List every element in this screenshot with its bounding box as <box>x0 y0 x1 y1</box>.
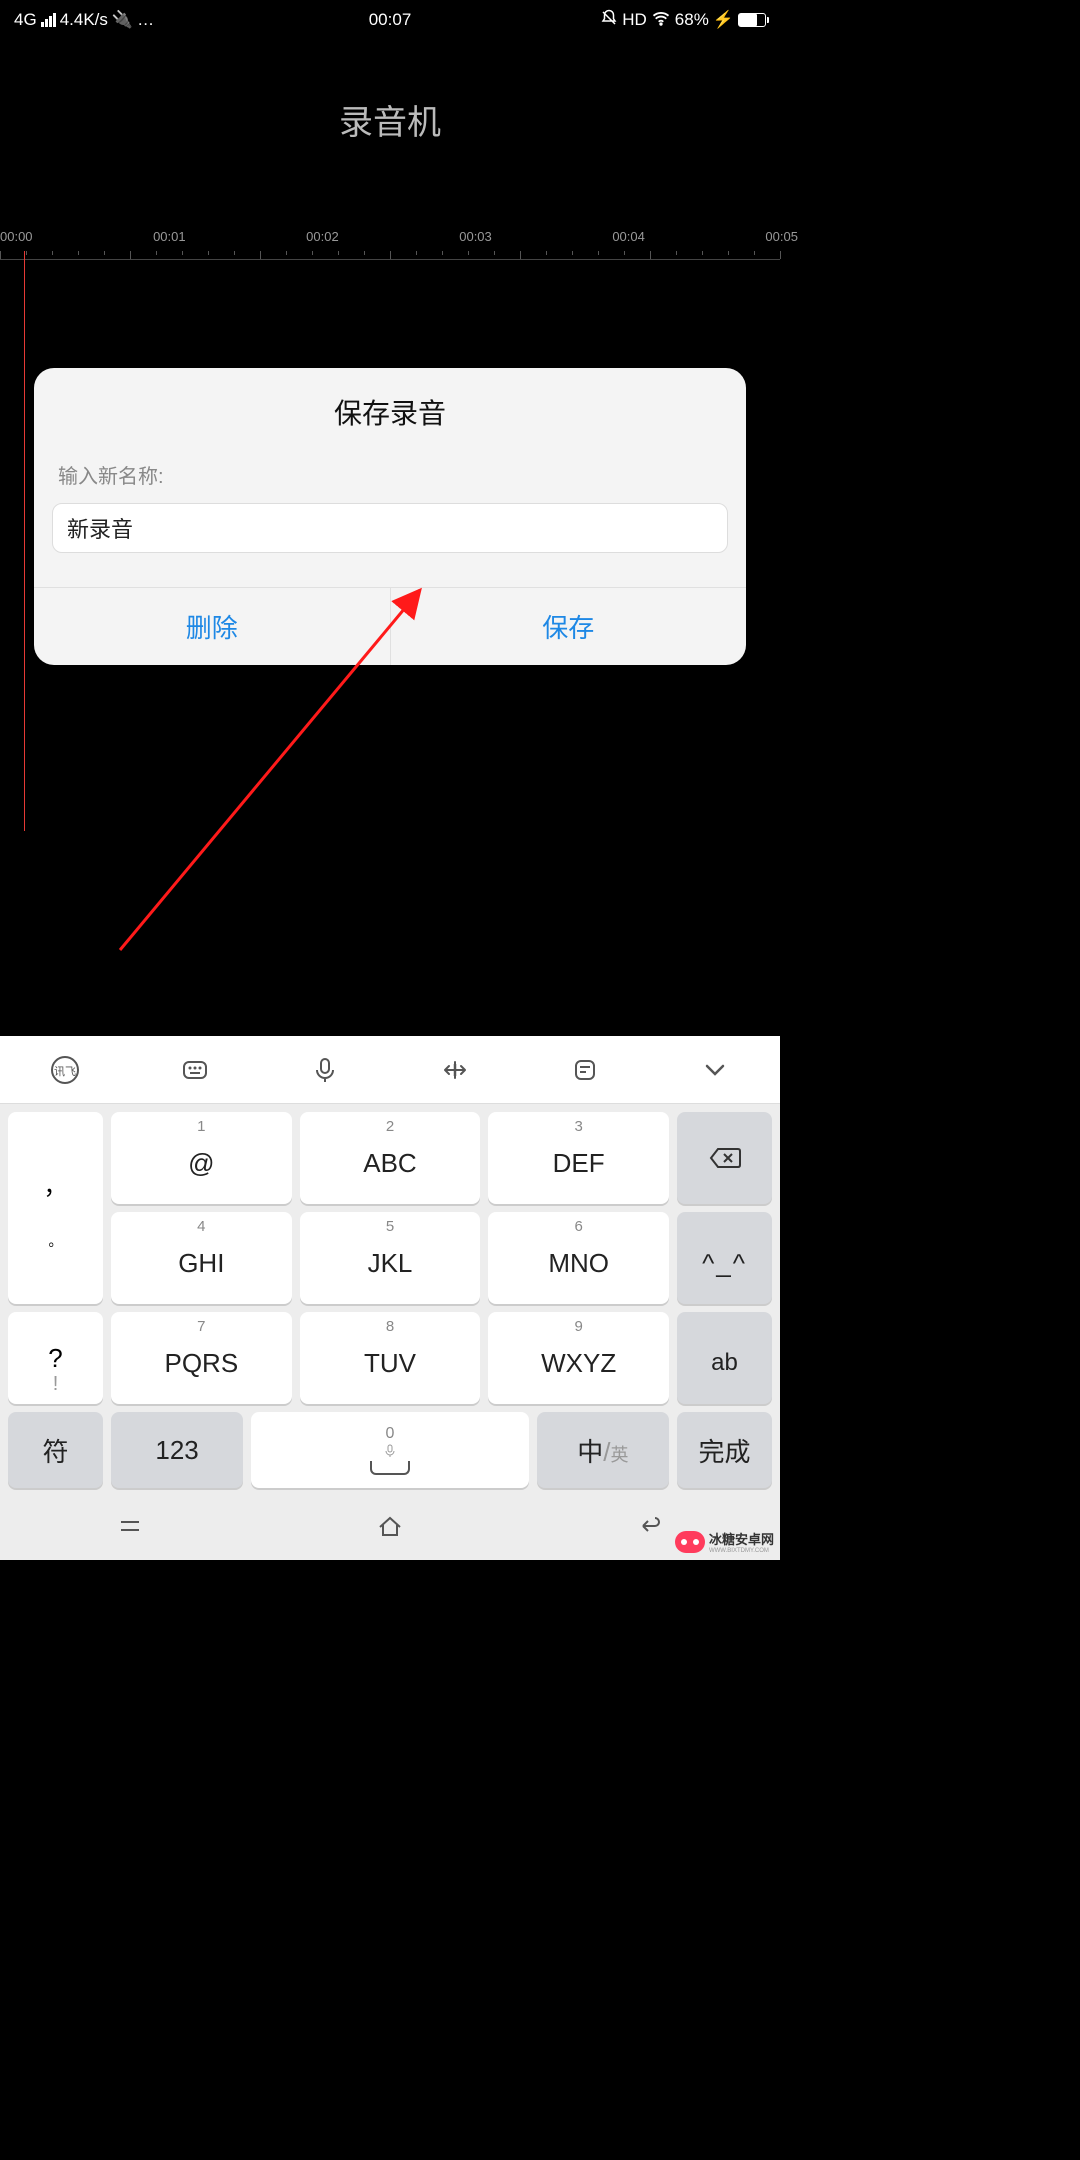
tl-label: 00:03 <box>459 229 492 244</box>
tl-label: 00:02 <box>306 229 339 244</box>
key-emoji[interactable]: ^_^ <box>677 1212 772 1304</box>
key-4[interactable]: 4GHI <box>111 1212 292 1304</box>
keyboard-toolbar: 讯飞 <box>0 1036 780 1104</box>
ime-logo-icon[interactable]: 讯飞 <box>45 1050 85 1090</box>
battery-icon <box>738 13 766 27</box>
mic-small-icon <box>382 1443 398 1459</box>
keyboard: 讯飞 ， 。 1@ 2ABC 3DEF 4GHI 5JKL 6MN <box>0 1036 780 1560</box>
nav-back[interactable] <box>635 1511 665 1546</box>
network-type: 4G <box>14 10 37 30</box>
key-1[interactable]: 1@ <box>111 1112 292 1204</box>
key-9[interactable]: 9WXYZ <box>488 1312 669 1404</box>
svg-text:讯飞: 讯飞 <box>54 1065 76 1078</box>
page-title: 录音机 <box>0 95 780 144</box>
key-digits[interactable]: 123 <box>111 1412 243 1488</box>
more-dots: … <box>137 10 154 30</box>
key-ab[interactable]: ab <box>677 1312 772 1404</box>
nav-home[interactable] <box>375 1511 405 1546</box>
tl-label: 00:01 <box>153 229 186 244</box>
status-bar: 4G 4.4K/s 🔌 … 00:07 HD 68% ⚡ <box>0 0 780 40</box>
playhead <box>24 251 25 831</box>
key-done[interactable]: 完成 <box>677 1412 772 1488</box>
timeline: 00:00 00:01 00:02 00:03 00:04 00:05 <box>0 229 780 259</box>
name-input[interactable] <box>52 503 728 553</box>
save-dialog: 保存录音 输入新名称: 删除 保存 <box>34 368 746 665</box>
dialog-prompt: 输入新名称: <box>58 460 746 489</box>
charging-icon: ⚡ <box>713 10 734 30</box>
key-space[interactable]: 0 <box>251 1412 529 1488</box>
key-7[interactable]: 7PQRS <box>111 1312 292 1404</box>
key-lang[interactable]: 中/英 <box>537 1412 669 1488</box>
key-6[interactable]: 6MNO <box>488 1212 669 1304</box>
tl-label: 00:05 <box>765 229 798 244</box>
collapse-keyboard-icon[interactable] <box>695 1050 735 1090</box>
key-punct-q[interactable]: ?! <box>8 1312 103 1404</box>
battery-pct: 68% <box>675 10 709 30</box>
system-navbar <box>0 1496 780 1560</box>
backspace-icon <box>708 1146 742 1170</box>
hd-label: HD <box>622 10 647 30</box>
save-button[interactable]: 保存 <box>391 588 747 665</box>
key-punct-1[interactable]: ， 。 <box>8 1112 103 1304</box>
wifi-icon <box>651 9 671 32</box>
usb-icon: 🔌 <box>112 10 133 30</box>
key-2[interactable]: 2ABC <box>300 1112 481 1204</box>
tl-label: 00:04 <box>612 229 645 244</box>
nav-recents[interactable] <box>115 1511 145 1546</box>
cursor-move-icon[interactable] <box>435 1050 475 1090</box>
tl-label: 00:00 <box>0 229 33 244</box>
net-speed: 4.4K/s <box>60 10 108 30</box>
delete-button[interactable]: 删除 <box>34 588 391 665</box>
key-backspace[interactable] <box>677 1112 772 1204</box>
keyboard-mode-icon[interactable] <box>175 1050 215 1090</box>
dialog-title: 保存录音 <box>34 392 746 432</box>
status-time: 00:07 <box>369 10 412 30</box>
key-5[interactable]: 5JKL <box>300 1212 481 1304</box>
watermark-icon <box>675 1531 705 1553</box>
watermark: 冰糖安卓网 WWW.BIXTDMY.COM <box>675 1529 774 1554</box>
key-8[interactable]: 8TUV <box>300 1312 481 1404</box>
mic-icon[interactable] <box>305 1050 345 1090</box>
dnd-icon <box>600 9 618 32</box>
clipboard-icon[interactable] <box>565 1050 605 1090</box>
key-3[interactable]: 3DEF <box>488 1112 669 1204</box>
key-symbols[interactable]: 符 <box>8 1412 103 1488</box>
signal-icon <box>41 13 56 27</box>
